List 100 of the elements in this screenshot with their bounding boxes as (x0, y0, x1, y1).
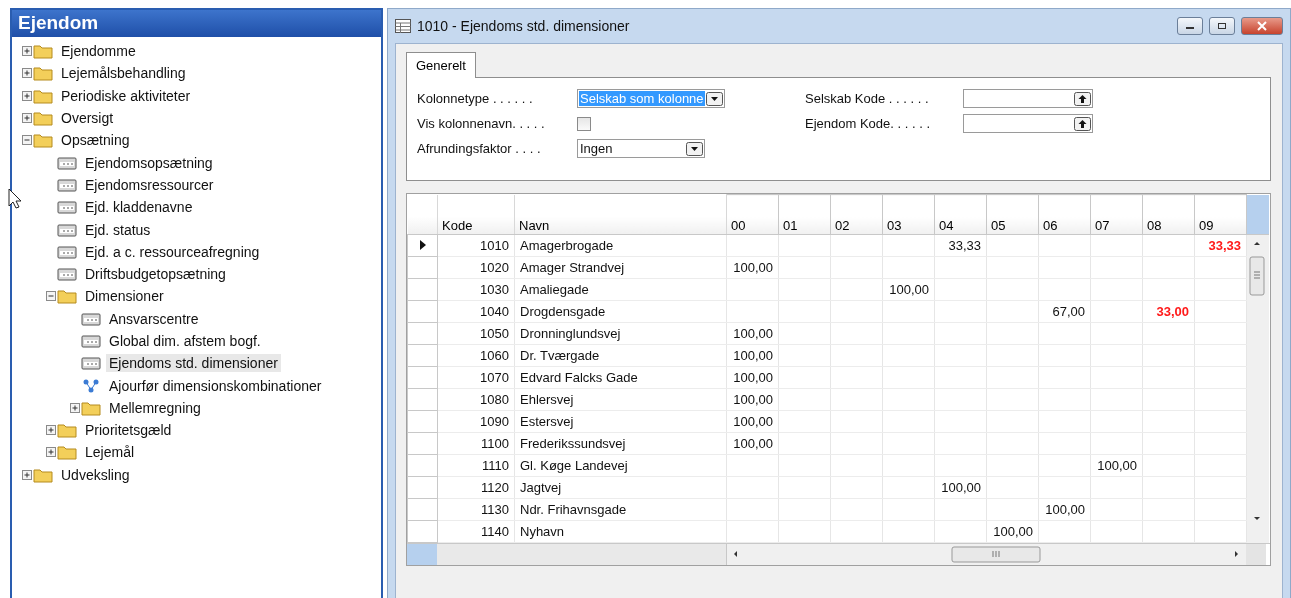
tree-item[interactable]: Opsætning (58, 131, 133, 150)
column-header[interactable]: 01 (778, 194, 831, 235)
tree-item[interactable]: Lejemålsbehandling (58, 64, 189, 83)
table-cell (934, 388, 987, 411)
tree-item[interactable]: Global dim. afstem bogf. (106, 332, 264, 350)
input-field[interactable] (963, 89, 1093, 108)
tree-item[interactable]: Ejendomsopsætning (82, 153, 216, 172)
dropdown-button[interactable] (686, 141, 703, 156)
tree-item[interactable]: Udveksling (58, 465, 133, 484)
table-cell (1038, 454, 1091, 477)
tree-item[interactable]: Ansvarscentre (106, 309, 202, 328)
tree-item[interactable]: Dimensioner (82, 287, 167, 306)
collapse-icon[interactable] (22, 135, 32, 146)
table-cell: 100,00 (726, 344, 779, 367)
field-label: Vis kolonnenavn. . . . . (417, 116, 546, 131)
table-cell: Amaliegade (514, 278, 727, 301)
expand-icon[interactable] (22, 46, 32, 57)
column-header[interactable]: 00 (726, 194, 779, 235)
expand-icon[interactable] (46, 425, 56, 436)
table-cell (726, 476, 779, 499)
table-cell: Edvard Falcks Gade (514, 366, 727, 389)
table-cell (830, 256, 883, 279)
table-cell: 1080 (437, 388, 515, 411)
table-cell: 100,00 (1090, 454, 1143, 477)
table-cell (1038, 432, 1091, 455)
table-cell (1194, 498, 1247, 521)
tree-item[interactable]: Ejd. a c. ressourceafregning (82, 242, 263, 261)
table-cell (882, 520, 935, 543)
table-cell (1038, 388, 1091, 411)
lookup-button[interactable] (1074, 91, 1091, 106)
table-cell: 1020 (437, 256, 515, 279)
dropdown-field[interactable]: Ingen (577, 139, 705, 158)
tab[interactable]: Generelt (406, 52, 476, 78)
table-cell (1038, 476, 1091, 499)
table-cell (726, 278, 779, 301)
input-field[interactable] (963, 114, 1093, 133)
folder-icon (33, 110, 53, 127)
tree-item[interactable]: Mellemregning (106, 398, 204, 417)
table-cell: 1100 (437, 432, 515, 455)
row-header (407, 194, 438, 235)
tree-item[interactable]: Lejemål (82, 443, 138, 462)
table-cell (986, 432, 1039, 455)
table-cell: Amager Strandvej (514, 256, 727, 279)
table-cell (1142, 234, 1195, 257)
minimize-button[interactable] (1177, 17, 1203, 35)
column-header[interactable]: 06 (1038, 194, 1091, 235)
table-cell (1194, 476, 1247, 499)
expand-icon[interactable] (22, 469, 32, 480)
column-header[interactable]: 02 (830, 194, 883, 235)
table-cell (934, 410, 987, 433)
lookup-button[interactable] (1074, 116, 1091, 131)
expand-icon[interactable] (70, 402, 80, 413)
tree-item[interactable]: Oversigt (58, 109, 117, 128)
close-button[interactable] (1241, 17, 1283, 35)
tree-item[interactable]: Ejendomsressourcer (82, 175, 217, 194)
table-cell (934, 322, 987, 345)
tree-item[interactable]: Ejd. kladdenavne (82, 198, 196, 217)
tree-item[interactable]: Driftsbudgetopsætning (82, 265, 229, 284)
table-cell (830, 366, 883, 389)
table-cell (778, 432, 831, 455)
table-cell (830, 432, 883, 455)
dropdown-button[interactable] (706, 91, 723, 106)
tree-item[interactable]: Periodiske aktiviteter (58, 86, 194, 105)
table-cell (830, 410, 883, 433)
column-header[interactable]: 04 (934, 194, 987, 235)
column-header[interactable]: 03 (882, 194, 935, 235)
column-header[interactable]: 09 (1194, 194, 1247, 235)
table-cell (882, 300, 935, 323)
table-cell (986, 322, 1039, 345)
column-header[interactable]: 08 (1142, 194, 1195, 235)
row-selector[interactable] (407, 234, 438, 257)
column-header[interactable]: Navn (514, 194, 727, 235)
table-cell (934, 300, 987, 323)
expand-icon[interactable] (22, 113, 32, 124)
column-header[interactable]: 07 (1090, 194, 1143, 235)
table-cell (778, 256, 831, 279)
table-cell (882, 388, 935, 411)
expand-icon[interactable] (22, 90, 32, 101)
tree-item[interactable]: Ejd. status (82, 220, 154, 239)
tree-item[interactable]: Prioritetsgæld (82, 421, 175, 440)
table-cell (778, 234, 831, 257)
column-header[interactable]: 05 (986, 194, 1039, 235)
horizontal-scrollbar[interactable] (727, 544, 1246, 565)
table-cell: Dr. Tværgade (514, 344, 727, 367)
tree-item[interactable]: Ajourfør dimensionskombinationer (106, 376, 325, 395)
checkbox[interactable] (577, 116, 591, 131)
table-cell (1194, 322, 1247, 345)
tree-item[interactable]: Ejendomme (58, 42, 139, 61)
tree-item[interactable]: Ejendoms std. dimensioner (106, 354, 281, 373)
pane-title: Ejendom (12, 10, 381, 37)
expand-icon[interactable] (22, 68, 32, 79)
table-cell (1038, 278, 1091, 301)
column-header[interactable]: Kode (437, 194, 515, 235)
expand-icon[interactable] (46, 447, 56, 458)
table-cell: 67,00 (1038, 300, 1091, 323)
collapse-icon[interactable] (46, 291, 56, 302)
table-cell (882, 454, 935, 477)
table-cell (830, 278, 883, 301)
maximize-button[interactable] (1209, 17, 1235, 35)
table-cell (1090, 256, 1143, 279)
